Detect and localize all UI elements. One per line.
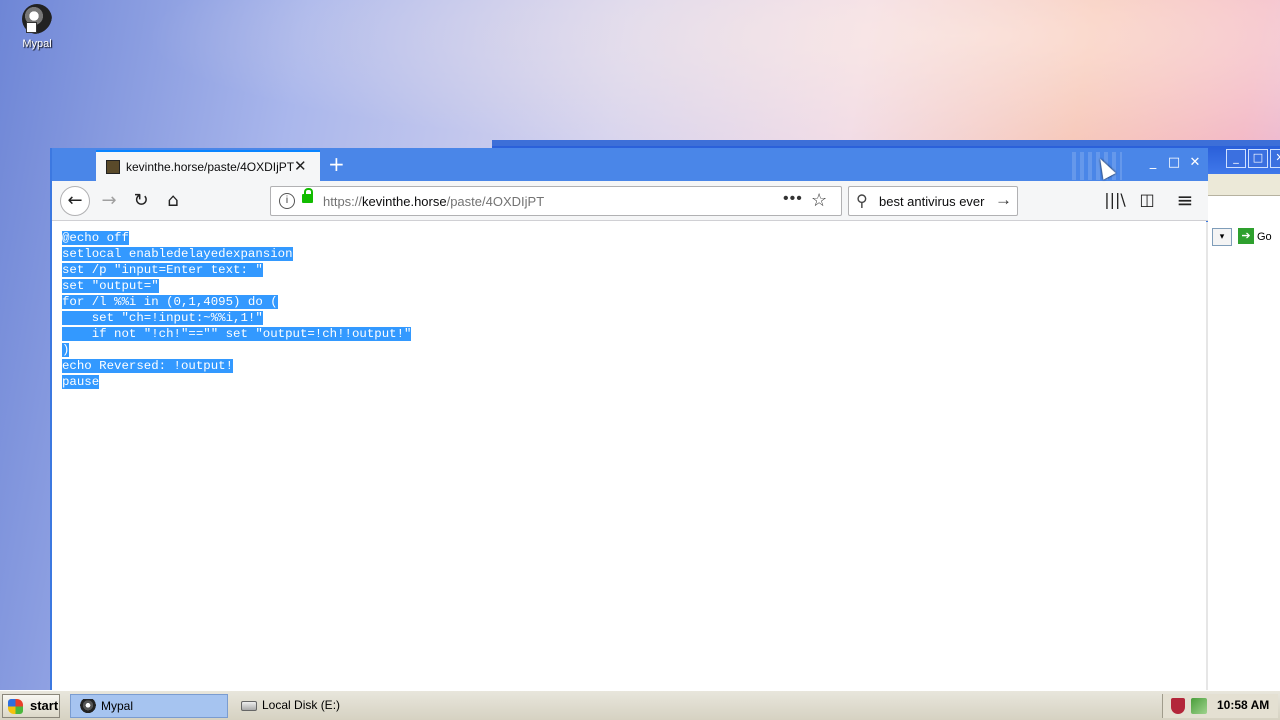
go-label: Go <box>1257 231 1272 243</box>
desktop-icon-label: Mypal <box>22 38 52 50</box>
url-text[interactable]: https://kevinthe.horse/paste/4OXDIjPT <box>323 194 544 209</box>
network-icon[interactable] <box>1191 698 1207 714</box>
home-button[interactable]: ⌂ <box>158 186 188 216</box>
taskbar: start Mypal Local Disk (E:) 10:58 AM <box>0 690 1280 720</box>
taskbar-item-local-disk[interactable]: Local Disk (E:) <box>232 694 382 718</box>
drive-icon <box>241 701 257 711</box>
code-line: echo Reversed: !output! <box>62 359 234 373</box>
code-line: pause <box>62 375 100 389</box>
reload-button[interactable]: ↻ <box>126 186 156 216</box>
search-icon: ⚲ <box>856 193 868 210</box>
mypal-icon <box>80 699 96 713</box>
minimize-button[interactable]: _ <box>1144 154 1162 172</box>
navigation-toolbar: ← → ↻ ⌂ i https://kevinthe.horse/paste/4… <box>52 181 1208 221</box>
search-bar[interactable]: ⚲ best antivirus ever → <box>848 186 1018 216</box>
background-go-button[interactable]: ➔ Go <box>1238 228 1272 246</box>
background-address-dropdown[interactable]: ▾ <box>1212 228 1232 246</box>
background-minimize-button[interactable]: _ <box>1226 149 1246 168</box>
bookmark-star-icon[interactable]: ☆ <box>811 190 827 211</box>
paste-favicon-icon <box>106 160 120 174</box>
tab-title: kevinthe.horse/paste/4OXDIjPT <box>126 160 295 174</box>
tab-strip: kevinthe.horse/paste/4OXDIjPT ✕ + _ □ ✕ <box>52 148 1208 181</box>
url-path: /paste/4OXDIjPT <box>446 194 545 209</box>
code-line: set "ch=!input:~%%i,1!" <box>62 311 263 325</box>
taskbar-item-label: Mypal <box>101 699 134 713</box>
code-line: for /l %%i in (0,1,4095) do ( <box>62 295 278 309</box>
forward-button[interactable]: → <box>94 186 124 216</box>
system-tray: 10:58 AM <box>1162 694 1278 718</box>
maximize-button[interactable]: □ <box>1165 154 1183 172</box>
taskbar-item-label: Local Disk (E:) <box>262 698 341 712</box>
code-line: set "output=" <box>62 279 159 293</box>
lock-icon <box>302 188 313 203</box>
code-line: @echo off <box>62 231 129 245</box>
go-arrow-icon: ➔ <box>1238 228 1254 244</box>
taskbar-item-mypal[interactable]: Mypal <box>70 694 228 718</box>
tab-active[interactable]: kevinthe.horse/paste/4OXDIjPT ✕ <box>96 150 320 181</box>
site-info-icon[interactable]: i <box>279 193 295 209</box>
search-go-arrow-icon[interactable]: → <box>995 190 1012 210</box>
background-toolbar <box>1204 174 1280 196</box>
code-line: ) <box>62 343 70 357</box>
page-content[interactable]: @echo off setlocal enabledelayedexpansio… <box>52 222 1208 700</box>
tab-close-button[interactable]: ✕ <box>294 157 307 175</box>
code-line: set /p "input=Enter text: " <box>62 263 263 277</box>
url-scheme: https:// <box>323 194 363 209</box>
background-maximize-button[interactable]: □ <box>1248 149 1268 168</box>
url-host: kevinthe.horse <box>362 194 447 209</box>
library-icon[interactable]: |||\ <box>1104 189 1126 211</box>
background-close-button[interactable]: ✕ <box>1270 149 1280 168</box>
code-line: setlocal enabledelayedexpansion <box>62 247 293 261</box>
desktop-icon-mypal[interactable]: Mypal <box>14 4 60 50</box>
start-button[interactable]: start <box>2 694 60 718</box>
browser-window: kevinthe.horse/paste/4OXDIjPT ✕ + _ □ ✕ … <box>50 148 1208 700</box>
sidebar-icon[interactable]: ◫ <box>1136 189 1158 211</box>
close-button[interactable]: ✕ <box>1186 154 1204 172</box>
url-bar[interactable]: i https://kevinthe.horse/paste/4OXDIjPT … <box>270 186 842 216</box>
code-block[interactable]: @echo off setlocal enabledelayedexpansio… <box>62 230 412 390</box>
page-actions-menu-icon[interactable]: ••• <box>783 190 803 208</box>
security-shield-icon[interactable] <box>1171 698 1185 714</box>
clock[interactable]: 10:58 AM <box>1217 698 1269 712</box>
search-input[interactable]: best antivirus ever <box>879 194 985 209</box>
start-label: start <box>30 698 59 713</box>
scrollbar[interactable] <box>1206 222 1208 700</box>
hamburger-menu-icon[interactable]: ≡ <box>1174 189 1196 211</box>
mypal-raccoon-icon <box>22 4 52 34</box>
back-button[interactable]: ← <box>60 186 90 216</box>
code-line: if not "!ch!"=="" set "output=!ch!!outpu… <box>62 327 412 341</box>
new-tab-button[interactable]: + <box>328 152 345 176</box>
windows-flag-icon <box>8 699 23 714</box>
